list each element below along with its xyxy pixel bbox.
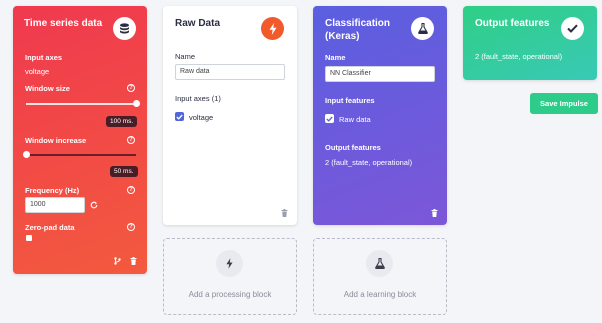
window-size-label: Window size [25,84,70,93]
checkmark-icon [567,24,578,33]
frequency-label: Frequency (Hz) [25,186,80,195]
reset-icon[interactable] [90,201,98,209]
output-features-card: Output features 2 (fault_state, operatio… [463,6,597,80]
output-features-label: Output features [325,143,381,152]
add-processing-label: Add a processing block [188,290,272,299]
name-label: Name [175,52,196,61]
classification-card: Classification (Keras) Name NN Classifie… [313,6,447,225]
voltage-checkbox[interactable] [175,112,184,121]
card-title: Classification [325,18,391,29]
output-features-value: 2 (fault_state, operational) [325,158,413,167]
input-axes-label: Input axes [25,53,63,62]
add-learning-label: Add a learning block [343,290,417,299]
help-icon[interactable]: ? [127,136,135,144]
add-processing-block[interactable]: Add a processing block [163,238,297,315]
input-axes-label: Input axes (1) [175,94,221,103]
trash-icon[interactable] [431,209,438,217]
input-features-label: Input features [325,96,375,105]
flask-icon [417,23,428,34]
frequency-input[interactable]: 1000 [25,197,85,213]
window-increase-label: Window increase [25,136,87,145]
output-features-value: 2 (fault_state, operational) [475,52,563,61]
checkmark-icon-badge [561,17,584,40]
window-size-slider-handle[interactable] [133,100,140,107]
database-icon-badge [113,17,136,40]
card-title: Time series data [24,18,103,29]
card-subtitle: (Keras) [325,31,360,42]
add-processing-icon-badge [216,250,243,277]
zero-pad-checkbox[interactable] [26,235,32,241]
lightning-icon-badge [261,17,284,40]
window-increase-slider-handle[interactable] [23,151,30,158]
save-impulse-button[interactable]: Save Impulse [530,93,598,114]
name-input[interactable]: Raw data [175,64,285,80]
voltage-axis-label: voltage [189,113,214,122]
database-icon [120,22,129,33]
name-label: Name [325,53,346,62]
name-input[interactable]: NN Classifier [325,66,435,82]
zero-pad-label: Zero-pad data [25,223,75,232]
flask-icon [374,258,385,269]
card-title: Output features [475,18,550,29]
add-learning-icon-badge [366,250,393,277]
trash-icon[interactable] [281,209,288,217]
window-increase-slider[interactable] [26,154,136,156]
input-axes-value: voltage [25,67,50,76]
tree-icon[interactable] [114,257,121,265]
lightning-icon [269,22,276,35]
raw-data-card: Raw Data Name Raw data Input axes (1) vo… [163,6,297,225]
card-title: Raw Data [175,18,221,29]
flask-icon-badge [411,17,434,40]
time-series-card: Time series data Input axes voltage Wind… [13,6,147,274]
window-increase-value: 50 ms. [110,166,138,177]
window-size-slider[interactable] [26,103,136,105]
trash-icon[interactable] [130,257,137,265]
help-icon[interactable]: ? [127,223,135,231]
help-icon[interactable]: ? [127,84,135,92]
window-size-value: 100 ms. [106,116,138,127]
help-icon[interactable]: ? [127,186,135,194]
raw-data-feature-label: Raw data [339,115,371,124]
raw-data-checkbox[interactable] [325,114,334,123]
add-learning-block[interactable]: Add a learning block [313,238,447,315]
lightning-icon [226,258,233,269]
